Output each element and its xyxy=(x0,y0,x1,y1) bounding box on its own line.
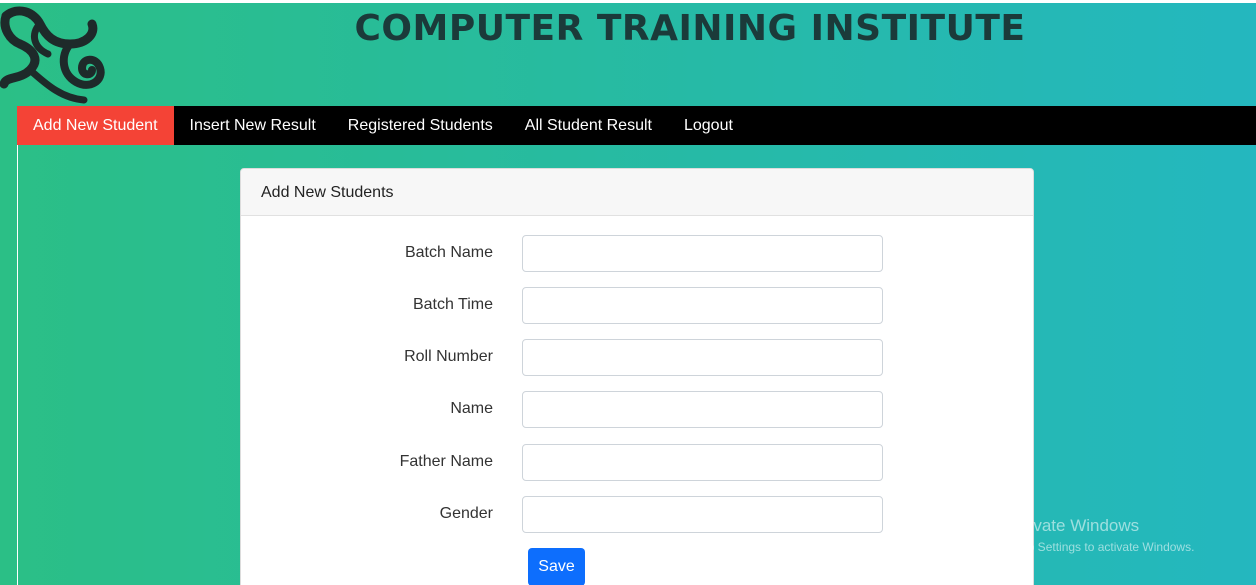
roll-number-input[interactable] xyxy=(522,339,883,376)
nav-item-registered-students[interactable]: Registered Students xyxy=(332,106,509,145)
form-row-name: Name xyxy=(241,391,1033,429)
watermark-title: Activate Windows xyxy=(1005,516,1140,535)
gender-label: Gender xyxy=(439,505,493,522)
form-row-father-name: Father Name xyxy=(241,444,1033,482)
save-button[interactable]: Save xyxy=(528,548,585,585)
father-name-label: Father Name xyxy=(399,453,493,470)
form-row-roll-number: Roll Number xyxy=(241,339,1033,377)
watermark-subtitle: Go to Settings to activate Windows. xyxy=(1005,540,1195,554)
batch-time-input[interactable] xyxy=(522,287,883,324)
batch-name-input[interactable] xyxy=(522,235,883,272)
nav-item-all-student-result[interactable]: All Student Result xyxy=(509,106,668,145)
form-row-batch-name: Batch Name xyxy=(241,235,1033,273)
form-row-batch-time: Batch Time xyxy=(241,287,1033,325)
top-border xyxy=(0,0,1256,3)
form-row-gender: Gender xyxy=(241,496,1033,534)
card-header: Add New Students xyxy=(241,169,1033,216)
content-left-border xyxy=(17,145,18,585)
activate-windows-watermark: Activate Windows Go to Settings to activ… xyxy=(1005,516,1194,554)
nav-item-insert-new-result[interactable]: Insert New Result xyxy=(174,106,332,145)
father-name-input[interactable] xyxy=(522,444,883,481)
gender-input[interactable] xyxy=(522,496,883,533)
add-student-card: Add New Students Batch Name Batch Time R… xyxy=(240,168,1034,585)
nav-item-logout[interactable]: Logout xyxy=(668,106,749,145)
name-label: Name xyxy=(450,400,493,417)
batch-name-label: Batch Name xyxy=(404,244,493,261)
name-input[interactable] xyxy=(522,391,883,428)
site-title: COMPUTER TRAINING INSTITUTE xyxy=(354,8,1026,49)
main-navbar: Add New Student Insert New Result Regist… xyxy=(17,106,1256,145)
nav-item-add-new-student[interactable]: Add New Student xyxy=(17,106,174,145)
roll-number-label: Roll Number xyxy=(404,348,493,365)
batch-time-label: Batch Time xyxy=(412,296,493,313)
